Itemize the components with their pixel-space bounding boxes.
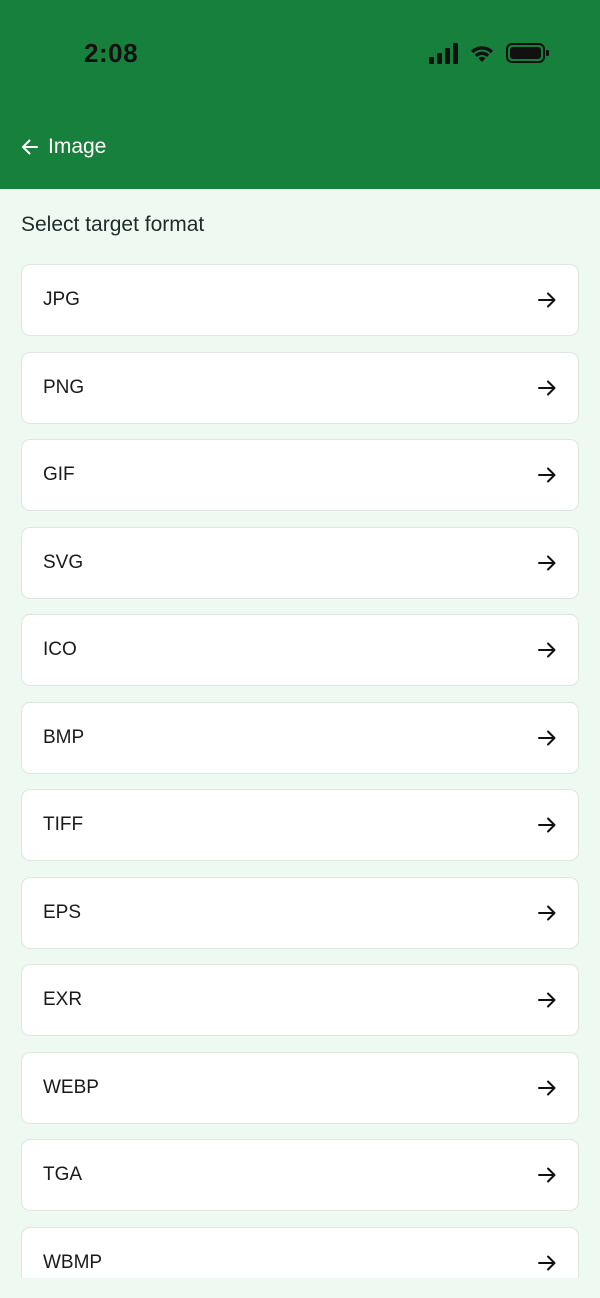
format-label: GIF — [43, 464, 75, 485]
arrow-right-icon — [538, 730, 556, 745]
format-label: JPG — [43, 289, 80, 310]
format-row-png[interactable]: PNG — [21, 351, 579, 424]
format-row-svg[interactable]: SVG — [21, 526, 579, 599]
arrow-right-icon — [538, 467, 556, 483]
format-row-ico[interactable]: ICO — [21, 614, 579, 686]
format-row-jpg[interactable]: JPG — [21, 264, 579, 336]
format-label: WEBP — [43, 1076, 99, 1098]
cellular-signal-icon — [429, 42, 458, 64]
status-icons — [429, 42, 550, 64]
format-label: SVG — [43, 551, 84, 573]
arrow-right-icon — [538, 380, 556, 395]
format-row-eps[interactable]: EPS — [21, 876, 579, 949]
status-time: 2:08 — [84, 38, 139, 68]
format-row-webp[interactable]: WEBP — [21, 1051, 579, 1124]
format-label: TGA — [43, 1164, 83, 1185]
wifi-icon — [471, 46, 493, 62]
section-label: Select target format — [21, 213, 205, 236]
format-label: EPS — [43, 901, 82, 923]
format-row-bmp[interactable]: BMP — [21, 701, 579, 774]
format-label: WBMP — [43, 1251, 103, 1273]
arrow-right-icon — [538, 905, 556, 920]
arrow-right-icon — [538, 1080, 556, 1095]
bottom-safe-area — [0, 1278, 600, 1298]
arrow-right-icon — [538, 992, 556, 1008]
arrow-right-icon — [538, 555, 556, 570]
arrow-right-icon — [538, 817, 556, 833]
arrow-right-icon — [538, 1255, 556, 1270]
battery-icon — [506, 43, 549, 63]
arrow-right-icon — [538, 292, 556, 308]
arrow-right-icon — [538, 642, 556, 658]
format-list: JPG PNG GIF SVG ICO BMP TIFF EPS EXR WEB… — [21, 264, 579, 1278]
back-button[interactable]: Image — [20, 135, 106, 159]
format-label: TIFF — [43, 814, 84, 835]
format-row-tga[interactable]: TGA — [21, 1139, 579, 1211]
format-label: PNG — [43, 376, 85, 398]
arrow-left-icon — [22, 139, 38, 155]
format-label: ICO — [43, 639, 77, 660]
format-row-wbmp[interactable]: WBMP — [21, 1226, 579, 1278]
format-label: EXR — [43, 989, 83, 1010]
format-row-tiff[interactable]: TIFF — [21, 789, 579, 861]
format-row-gif[interactable]: GIF — [21, 439, 579, 511]
app-header: 2:08 Image — [0, 0, 600, 189]
nav-title: Image — [48, 135, 107, 158]
arrow-right-icon — [538, 1167, 556, 1183]
format-row-exr[interactable]: EXR — [21, 964, 579, 1036]
format-label: BMP — [43, 726, 85, 748]
